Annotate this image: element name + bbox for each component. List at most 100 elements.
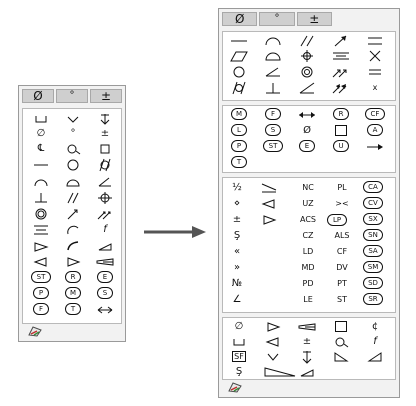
circled-sd[interactable]: SD: [363, 277, 383, 291]
circled-ca[interactable]: CA: [363, 181, 383, 195]
profile-line-icon[interactable]: [263, 34, 283, 48]
code-acs[interactable]: ACS: [293, 213, 323, 227]
slope-line-icon[interactable]: [259, 181, 279, 195]
angularity-icon[interactable]: [263, 65, 283, 79]
code-uz[interactable]: UZ: [293, 197, 323, 211]
straightness-icon[interactable]: [31, 158, 51, 172]
circled-e[interactable]: E: [297, 140, 317, 154]
profile-surface-icon[interactable]: [263, 49, 283, 63]
code-pt[interactable]: PT: [327, 277, 357, 291]
code-ld[interactable]: LD: [293, 245, 323, 259]
right-arrow-icon[interactable]: [365, 140, 385, 154]
circled-s[interactable]: S: [95, 287, 115, 301]
diameter-symbol[interactable]: Ø: [297, 124, 317, 138]
circled-cv[interactable]: CV: [363, 197, 383, 211]
circled-sx[interactable]: SX: [363, 213, 383, 227]
circled-t[interactable]: T: [63, 303, 83, 317]
angle-symbol[interactable]: ∠: [227, 293, 247, 307]
long-slope-icon[interactable]: [263, 365, 297, 379]
slope-down-icon[interactable]: [331, 350, 351, 364]
conical-taper-icon[interactable]: [331, 335, 351, 349]
circularity-icon[interactable]: [229, 65, 249, 79]
total-runout-icon[interactable]: [95, 207, 115, 221]
circled-p[interactable]: P: [229, 140, 249, 154]
tab-degree[interactable]: °: [56, 89, 88, 103]
diameter-symbol[interactable]: ∅: [31, 127, 51, 141]
taper-left-icon[interactable]: [31, 255, 51, 269]
double-arrow-icon[interactable]: [297, 108, 317, 122]
s-cedilla-symbol[interactable]: Ş: [229, 365, 249, 379]
circled-r[interactable]: R: [63, 271, 83, 285]
code-cf[interactable]: CF: [327, 245, 357, 259]
countersink-icon[interactable]: [63, 112, 83, 126]
numero-symbol[interactable]: №: [227, 277, 247, 291]
circled-f[interactable]: F: [31, 303, 51, 317]
circular-runout-icon[interactable]: [331, 34, 351, 48]
parallelism-icon[interactable]: [63, 191, 83, 205]
code-md[interactable]: MD: [293, 261, 323, 275]
circled-r[interactable]: R: [331, 108, 351, 122]
position-icon[interactable]: [297, 49, 317, 63]
circled-sa[interactable]: SA: [363, 245, 383, 259]
conical-taper-icon[interactable]: [63, 142, 83, 156]
tab-degree[interactable]: °: [259, 12, 295, 26]
perpendicularity-icon[interactable]: [31, 191, 51, 205]
slope-up-icon[interactable]: [297, 365, 317, 379]
profile-line-icon[interactable]: [31, 175, 51, 189]
depth-icon[interactable]: [95, 112, 115, 126]
taper-right-icon[interactable]: [259, 213, 279, 227]
slope-icon[interactable]: [297, 81, 317, 95]
plusminus-symbol[interactable]: ±: [227, 213, 247, 227]
code-als[interactable]: ALS: [327, 229, 357, 243]
circled-e[interactable]: E: [95, 271, 115, 285]
circled-a[interactable]: A: [365, 124, 385, 138]
x-symbol[interactable]: x: [365, 81, 385, 95]
function-f-symbol[interactable]: f: [95, 223, 115, 237]
circled-p[interactable]: P: [31, 287, 51, 301]
symmetry-icon[interactable]: [365, 34, 385, 48]
angularity-icon[interactable]: [95, 175, 115, 189]
palette-logo-icon[interactable]: [227, 381, 243, 393]
code-cz[interactable]: CZ: [293, 229, 323, 243]
circled-t[interactable]: T: [229, 156, 249, 170]
circled-m[interactable]: M: [63, 287, 83, 301]
filled-runout-icon[interactable]: [331, 81, 351, 95]
square-icon[interactable]: [95, 142, 115, 156]
taper-left-icon[interactable]: [259, 197, 279, 211]
perpendicularity-icon[interactable]: [263, 81, 283, 95]
palette-logo-icon[interactable]: [27, 325, 43, 337]
depth-icon[interactable]: [297, 350, 317, 364]
countersink-icon[interactable]: [263, 350, 283, 364]
double-arrow-icon[interactable]: [95, 303, 115, 317]
left-guillemet-symbol[interactable]: «: [227, 245, 247, 259]
circled-lp[interactable]: LP: [327, 213, 347, 227]
code-between[interactable]: ><: [327, 197, 357, 211]
taper-left-icon[interactable]: [263, 335, 283, 349]
circularity-icon[interactable]: [63, 158, 83, 172]
cent-symbol[interactable]: ¢: [365, 320, 385, 334]
equal-icon[interactable]: [365, 65, 385, 79]
cylindricity-icon[interactable]: [229, 81, 249, 95]
tab-plusminus[interactable]: ±: [296, 12, 332, 26]
total-runout-icon[interactable]: [331, 65, 351, 79]
diamond-symbol[interactable]: ⋄: [227, 197, 247, 211]
taper-right-icon[interactable]: [263, 320, 283, 334]
circled-sr[interactable]: SR: [363, 293, 383, 307]
code-le[interactable]: LE: [293, 293, 323, 307]
tab-diameter[interactable]: Ø: [22, 89, 54, 103]
boxed-sf[interactable]: SF: [229, 350, 249, 364]
symmetry-triple-icon[interactable]: [331, 49, 351, 63]
square-icon[interactable]: [331, 320, 351, 334]
tab-plusminus[interactable]: ±: [90, 89, 122, 103]
conical-icon[interactable]: [95, 239, 115, 253]
concentricity-icon[interactable]: [31, 207, 51, 221]
slope-icon[interactable]: [31, 239, 51, 253]
circled-cf[interactable]: CF: [365, 108, 385, 122]
circled-st[interactable]: ST: [263, 140, 283, 154]
circled-sm[interactable]: SM: [363, 261, 383, 275]
circled-l[interactable]: L: [229, 124, 249, 138]
circled-f[interactable]: F: [263, 108, 283, 122]
taper-right-icon[interactable]: [63, 255, 83, 269]
code-dv[interactable]: DV: [327, 261, 357, 275]
concentricity-icon[interactable]: [297, 65, 317, 79]
